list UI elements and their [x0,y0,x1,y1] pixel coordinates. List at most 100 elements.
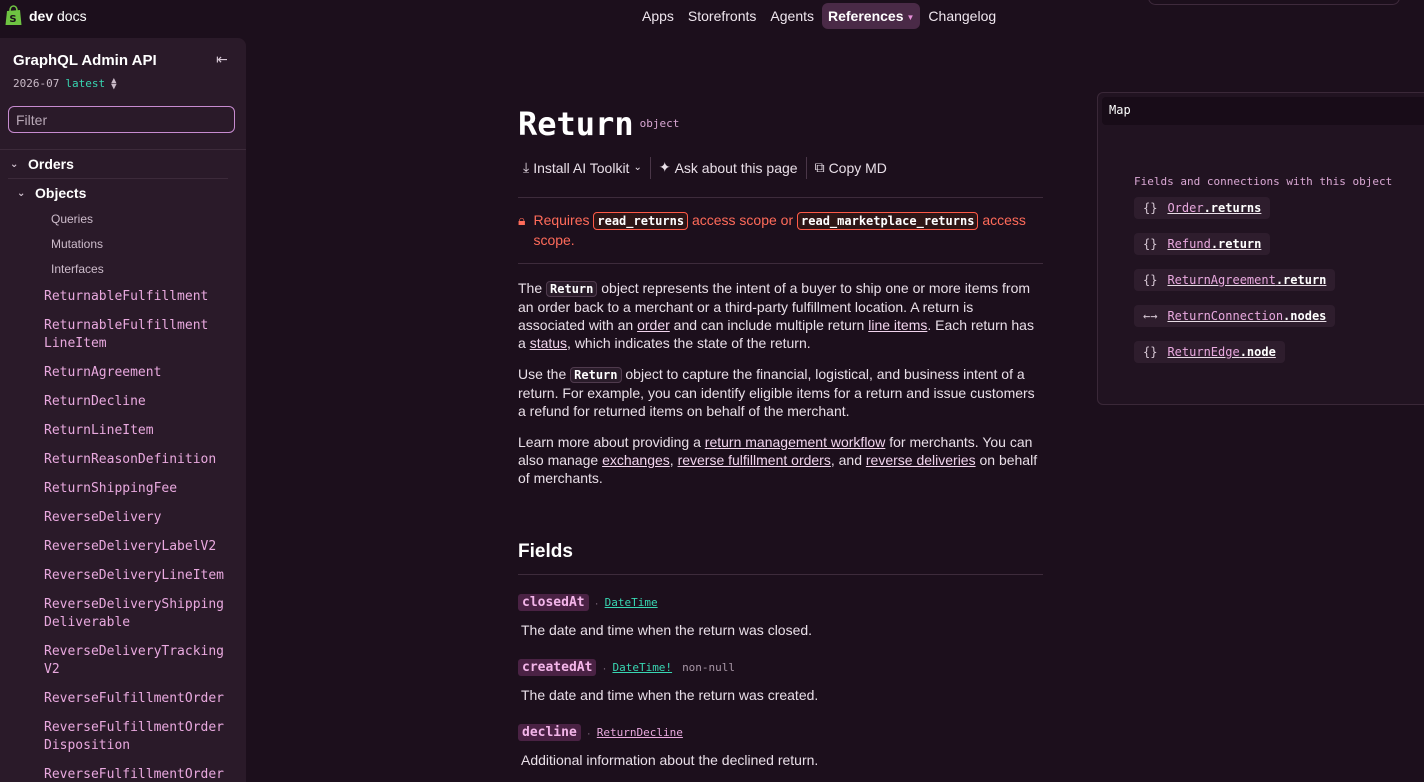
sidebar-object-item[interactable]: ReturnAgreement [44,364,234,382]
field-type-link[interactable]: ReturnDecline [597,726,683,739]
page-toolbar: ⤓ Install AI Toolkit ⌄ ✦ Ask about this … [518,156,892,179]
map-title: Map [1109,103,1131,117]
sidebar-object-item[interactable]: ReturnShippingFee [44,480,234,498]
api-title: GraphQL Admin API [13,52,157,69]
inline-code: Return [546,281,598,297]
sidebar-object-item[interactable]: ReverseDeliveryLabelV2 [44,538,234,556]
divider [518,574,1043,575]
top-bar: S dev docs Apps Storefronts Agents Refer… [0,0,1424,32]
chevron-down-icon: ⌄ [10,158,19,170]
chevron-down-icon: ⌄ [633,162,642,173]
connection-arrows-icon: ←→ [1143,309,1158,323]
field-createdAt: createdAt · DateTime! non-null [518,659,735,676]
ask-label: Ask about this page [674,159,798,176]
nav-references[interactable]: References ▼ [822,3,921,29]
map-link-returnedge-node[interactable]: {} ReturnEdge.node [1134,341,1285,363]
copy-md-button[interactable]: ⧉ Copy MD [810,156,892,179]
link-exchanges[interactable]: exchanges [602,452,670,468]
object-list: ReturnableFulfillment ReturnableFulfillme… [44,288,234,782]
sidebar-item-interfaces[interactable]: Interfaces [51,262,104,276]
separator-dot: · [586,725,591,740]
field-closedAt: closedAt · DateTime [518,594,658,611]
chevron-down-icon: ⌄ [17,187,26,199]
nav-apps[interactable]: Apps [636,3,680,29]
link-status[interactable]: status [530,335,567,351]
field-type-link[interactable]: DateTime! [612,661,672,674]
divider [805,156,807,179]
sidebar-object-item[interactable]: ReverseDeliveryLineItem [44,567,234,585]
group-label: Orders [28,156,74,172]
field-description: Additional information about the decline… [521,752,819,768]
map-link-refund-return[interactable]: {} Refund.return [1134,233,1271,255]
ask-about-page-button[interactable]: ✦ Ask about this page [654,156,803,179]
shopify-bag-icon: S [5,5,22,25]
sidebar-object-item[interactable]: ReverseDeliveryTracking V2 [44,643,234,679]
brand-name: dev docs [29,7,87,24]
field-description: The date and time when the return was cl… [521,622,813,638]
link-order[interactable]: order [637,317,670,333]
link-return-management-workflow[interactable]: return management workflow [705,434,886,450]
access-scope-notice: 🔒︎ Requires read_returns access scope or… [518,211,1043,250]
search-box[interactable] [1148,0,1400,5]
version-number: 2026-07 [13,77,60,90]
sidebar-object-item[interactable]: ReturnDecline [44,393,234,411]
divider [649,156,651,179]
sidebar-object-item[interactable]: ReverseDeliveryShipping Deliverable [44,596,234,632]
object-tag: object [639,117,680,130]
sidebar-object-item[interactable]: ReverseFulfillmentOrder [44,766,234,782]
nav-agents[interactable]: Agents [764,3,820,29]
sidebar-group-objects[interactable]: ⌄ Objects [17,185,86,201]
description-paragraph: Learn more about providing a return mana… [518,434,1038,486]
sidebar-object-item[interactable]: ReverseDelivery [44,509,234,527]
lock-icon: 🔒︎ [518,212,526,228]
sidebar-group-orders[interactable]: ⌄ Orders [10,156,74,172]
nav-storefronts[interactable]: Storefronts [682,3,762,29]
sidebar: GraphQL Admin API ⇤ 2026-07 latest ▲▼ ⌄ … [0,38,246,782]
sidebar-object-item[interactable]: ReverseFulfillmentOrder [44,690,234,708]
sidebar-object-item[interactable]: ReturnableFulfillment LineItem [44,317,234,353]
divider [0,149,246,150]
install-ai-toolkit-button[interactable]: ⤓ Install AI Toolkit ⌄ [518,156,647,179]
field-name: createdAt [518,659,597,676]
inline-code: Return [570,367,622,383]
sidebar-object-item[interactable]: ReturnLineItem [44,422,234,440]
sidebar-object-item[interactable]: ReturnableFulfillment [44,288,234,306]
map-panel: Map Fields and connections with this obj… [1097,92,1424,405]
page-title: Return [518,105,634,143]
map-link-returnagreement-return[interactable]: {} ReturnAgreement.return [1134,269,1336,291]
object-braces-icon: {} [1143,273,1158,287]
brand-logo[interactable]: S dev docs [4,5,87,26]
install-label: Install AI Toolkit [533,159,630,176]
map-link-order-returns[interactable]: {} Order.returns [1134,197,1271,219]
divider [518,263,1043,264]
copy-label: Copy MD [828,159,887,176]
fields-heading: Fields [518,541,573,562]
collapse-sidebar-icon[interactable]: ⇤ [216,51,228,68]
up-down-icon: ▲ ▼ [111,75,117,92]
scope-code: read_returns [593,212,689,230]
group-label: Objects [35,185,87,201]
map-header: Map [1102,97,1424,125]
field-type-link[interactable]: DateTime [605,596,658,609]
sidebar-object-item[interactable]: ReverseFulfillmentOrder Disposition [44,719,234,755]
divider [518,197,1043,198]
filter-input[interactable] [8,106,235,133]
link-reverse-fulfillment-orders[interactable]: reverse fulfillment orders [678,452,831,468]
scope-code: read_marketplace_returns [797,212,979,230]
separator-dot: · [602,660,607,675]
scope-text: Requires read_returns access scope or re… [533,212,1026,248]
nav-changelog[interactable]: Changelog [922,3,1002,29]
version-selector[interactable]: 2026-07 latest ▲ ▼ [13,75,117,92]
field-decline: decline · ReturnDecline [518,724,683,741]
map-link-returnconnection-nodes[interactable]: ←→ ReturnConnection.nodes [1134,305,1336,327]
copy-icon: ⧉ [814,159,825,175]
chevron-down-icon: ▼ [906,12,915,22]
sidebar-item-mutations[interactable]: Mutations [51,237,103,251]
sidebar-object-item[interactable]: ReturnReasonDefinition [44,451,234,469]
sparkle-icon: ✦ [658,159,671,175]
link-reverse-deliveries[interactable]: reverse deliveries [866,452,976,468]
page-header: Return object [518,104,679,144]
sidebar-item-queries[interactable]: Queries [51,212,93,226]
divider [8,178,228,179]
link-line-items[interactable]: line items [868,317,927,333]
